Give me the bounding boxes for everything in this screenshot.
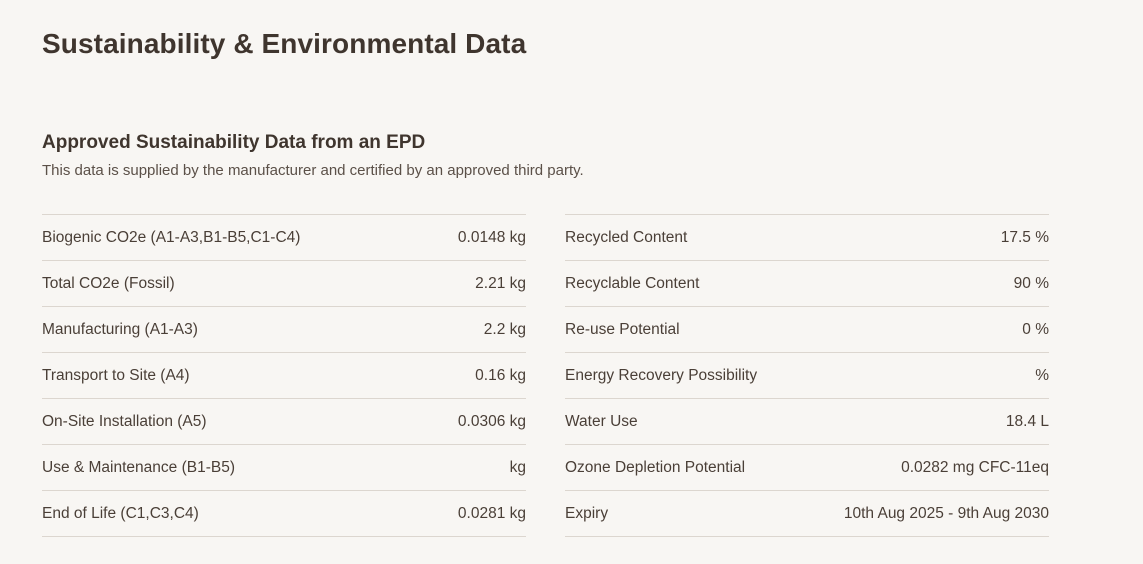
row-label: On-Site Installation (A5) bbox=[42, 412, 207, 430]
row-label: Ozone Depletion Potential bbox=[565, 458, 746, 476]
table-row: Energy Recovery Possibility % bbox=[565, 353, 1049, 399]
row-value: 2.2 kg bbox=[483, 320, 526, 338]
row-value: kg bbox=[509, 458, 526, 476]
row-value: 18.4 L bbox=[1005, 412, 1049, 430]
table-row: Expiry 10th Aug 2025 - 9th Aug 2030 bbox=[565, 491, 1049, 537]
row-value: 0.0148 kg bbox=[457, 228, 526, 246]
table-row: Manufacturing (A1-A3) 2.2 kg bbox=[42, 307, 526, 353]
table-row: Re-use Potential 0 % bbox=[565, 307, 1049, 353]
row-value: 0.0282 mg CFC-11eq bbox=[901, 458, 1049, 476]
table-row: Total CO2e (Fossil) 2.21 kg bbox=[42, 261, 526, 307]
carbon-data-table: Biogenic CO2e (A1-A3,B1-B5,C1-C4) 0.0148… bbox=[42, 214, 526, 537]
row-label: Use & Maintenance (B1-B5) bbox=[42, 458, 235, 476]
row-value: 10th Aug 2025 - 9th Aug 2030 bbox=[843, 504, 1049, 522]
row-label: Biogenic CO2e (A1-A3,B1-B5,C1-C4) bbox=[42, 228, 301, 246]
epd-section-description: This data is supplied by the manufacture… bbox=[42, 162, 584, 179]
table-row: End of Life (C1,C3,C4) 0.0281 kg bbox=[42, 491, 526, 537]
row-value: 0.0306 kg bbox=[457, 412, 526, 430]
material-data-table: Recycled Content 17.5 % Recyclable Conte… bbox=[565, 214, 1049, 537]
row-label: Recyclable Content bbox=[565, 274, 700, 292]
row-value: 90 % bbox=[1013, 274, 1049, 292]
table-row: Recycled Content 17.5 % bbox=[565, 215, 1049, 261]
table-row: Recyclable Content 90 % bbox=[565, 261, 1049, 307]
table-row: On-Site Installation (A5) 0.0306 kg bbox=[42, 399, 526, 445]
row-label: Transport to Site (A4) bbox=[42, 366, 190, 384]
row-label: End of Life (C1,C3,C4) bbox=[42, 504, 199, 522]
row-label: Energy Recovery Possibility bbox=[565, 366, 758, 384]
row-value: 0.16 kg bbox=[475, 366, 526, 384]
row-value: 0 % bbox=[1022, 320, 1049, 338]
row-label: Manufacturing (A1-A3) bbox=[42, 320, 198, 338]
row-label: Expiry bbox=[565, 504, 609, 522]
row-label: Re-use Potential bbox=[565, 320, 680, 338]
epd-data-tables: Biogenic CO2e (A1-A3,B1-B5,C1-C4) 0.0148… bbox=[42, 214, 1049, 537]
row-value: 2.21 kg bbox=[475, 274, 526, 292]
page-title: Sustainability & Environmental Data bbox=[42, 28, 527, 59]
row-value: 17.5 % bbox=[1000, 228, 1049, 246]
table-row: Use & Maintenance (B1-B5) kg bbox=[42, 445, 526, 491]
row-label: Recycled Content bbox=[565, 228, 688, 246]
row-label: Water Use bbox=[565, 412, 638, 430]
table-row: Transport to Site (A4) 0.16 kg bbox=[42, 353, 526, 399]
row-value: 0.0281 kg bbox=[457, 504, 526, 522]
page: Sustainability & Environmental Data Appr… bbox=[0, 0, 1143, 564]
table-row: Ozone Depletion Potential 0.0282 mg CFC-… bbox=[565, 445, 1049, 491]
row-label: Total CO2e (Fossil) bbox=[42, 274, 175, 292]
epd-section: Approved Sustainability Data from an EPD… bbox=[42, 131, 1049, 537]
epd-section-title: Approved Sustainability Data from an EPD bbox=[42, 132, 426, 153]
table-row: Water Use 18.4 L bbox=[565, 399, 1049, 445]
table-row: Biogenic CO2e (A1-A3,B1-B5,C1-C4) 0.0148… bbox=[42, 215, 526, 261]
row-value: % bbox=[1035, 366, 1049, 384]
